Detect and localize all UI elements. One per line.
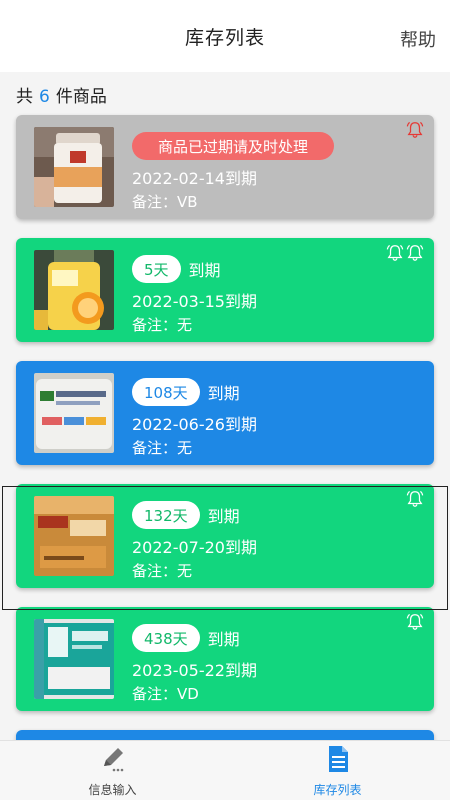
item-note: 备注：无	[132, 439, 193, 457]
app-header: 库存列表 帮助	[0, 0, 450, 72]
item-count: 6	[39, 87, 50, 107]
inventory-card[interactable]: 108天 到期 2022-06-26到期 备注：无	[16, 361, 434, 465]
days-left-badge: 5天	[132, 255, 181, 283]
summary-suffix: 件商品	[55, 87, 107, 107]
due-label: 到期	[207, 384, 240, 403]
due-label: 到期	[188, 261, 221, 280]
bell-icon[interactable]	[406, 613, 424, 635]
tab-label: 库存列表	[313, 782, 362, 797]
item-count-summary: 共 6 件商品	[16, 82, 107, 107]
expiry-date: 2022-03-15到期	[132, 292, 257, 311]
expiry-date: 2022-06-26到期	[132, 415, 257, 434]
item-note: 备注：无	[132, 316, 193, 334]
inventory-card[interactable]: 438天 到期 2023-05-22到期 备注：VD	[16, 607, 434, 711]
days-left-badge: 438天	[132, 624, 200, 652]
tab-info-input[interactable]: 信息输入	[0, 741, 225, 800]
page-title: 库存列表	[184, 26, 265, 49]
expired-badge: 商品已过期请及时处理	[132, 132, 335, 160]
inventory-card[interactable]: 5天 到期 2022-03-15到期 备注：无	[16, 238, 434, 342]
product-thumbnail	[34, 619, 114, 699]
inventory-list[interactable]: 商品已过期请及时处理 2022-02-14到期 备注：VB 5天 到期 2022…	[0, 113, 450, 740]
bottom-tab-bar: 信息输入 库存列表	[0, 740, 450, 800]
days-left-badge: 108天	[132, 378, 200, 406]
selection-outline	[2, 486, 448, 610]
summary-prefix: 共	[16, 87, 33, 107]
item-note: 备注：VB	[132, 193, 198, 211]
help-button[interactable]: 帮助	[400, 26, 436, 52]
expiry-date: 2023-05-22到期	[132, 661, 257, 680]
product-thumbnail	[34, 250, 114, 330]
due-label: 到期	[207, 630, 240, 649]
bell-icon[interactable]	[406, 244, 424, 266]
product-thumbnail	[34, 127, 114, 207]
document-icon	[323, 744, 353, 778]
pencil-icon	[98, 744, 128, 778]
tab-inventory-list[interactable]: 库存列表	[225, 741, 450, 800]
inventory-card-expired[interactable]: 商品已过期请及时处理 2022-02-14到期 备注：VB	[16, 115, 434, 219]
inventory-card[interactable]	[16, 730, 434, 740]
bell-icon[interactable]	[406, 121, 424, 143]
tab-label: 信息输入	[88, 782, 137, 797]
expiry-date: 2022-02-14到期	[132, 169, 257, 188]
product-thumbnail	[34, 373, 114, 453]
item-note: 备注：VD	[132, 685, 199, 703]
bell-icon[interactable]	[386, 244, 404, 266]
